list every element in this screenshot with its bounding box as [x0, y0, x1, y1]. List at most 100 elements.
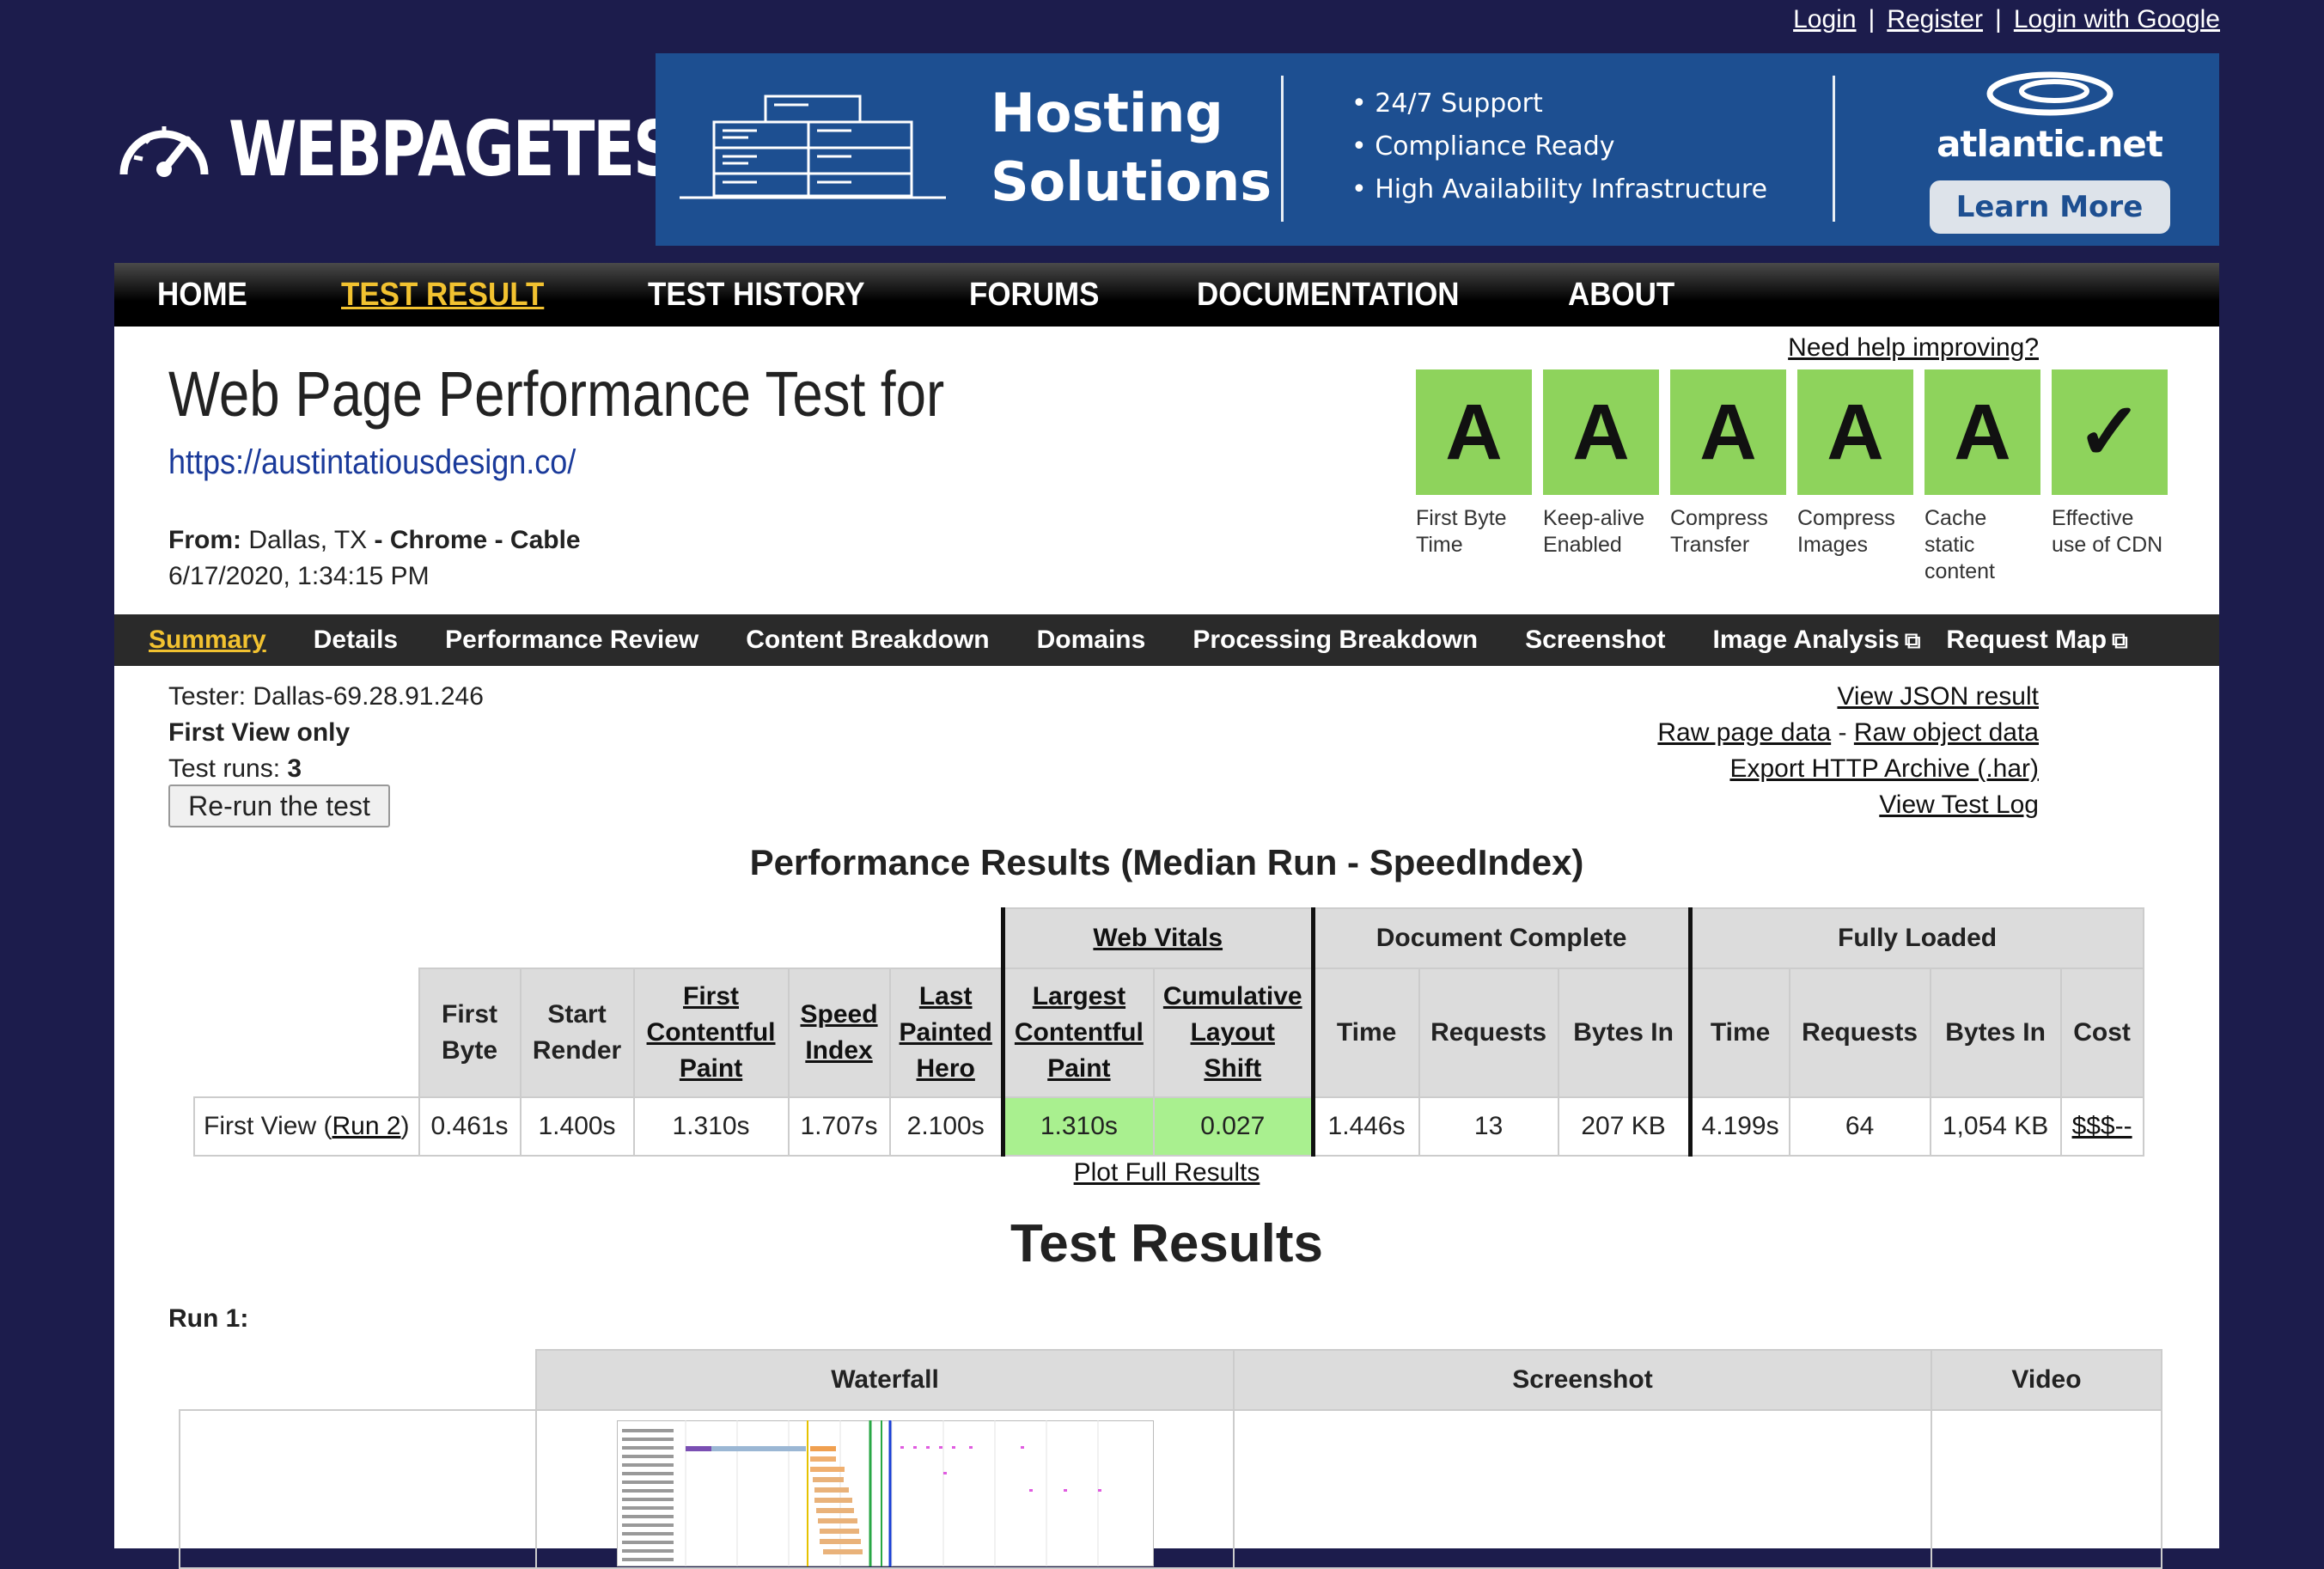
plot-full-results-link[interactable]: Plot Full Results: [1074, 1158, 1260, 1187]
grade-keep-alive[interactable]: A Keep-alive Enabled: [1543, 369, 1659, 585]
grade-compress-transfer[interactable]: A Compress Transfer: [1670, 369, 1786, 585]
waterfall-cell[interactable]: [535, 1409, 1235, 1569]
fcp-link[interactable]: First Contentful Paint: [647, 982, 776, 1083]
raw-object-data-link[interactable]: Raw object data: [1854, 718, 2039, 747]
tab-image-analysis[interactable]: Image Analysis ⧉: [1713, 626, 1921, 655]
col-doc-bytes: Bytes In: [1557, 968, 1693, 1098]
web-vitals-link[interactable]: Web Vitals: [1093, 924, 1223, 952]
ad-headline-line1: Hosting: [991, 82, 1223, 144]
cell-full-requests: 64: [1788, 1096, 1931, 1157]
rerun-test-button[interactable]: Re-run the test: [168, 784, 390, 827]
ad-bullets: • 24/7 Support • Compliance Ready • High…: [1351, 82, 1767, 211]
col-full-bytes: Bytes In: [1929, 968, 2062, 1098]
nav-test-result[interactable]: TEST RESULT: [341, 277, 544, 314]
cost-link[interactable]: $$$--: [2072, 1112, 2132, 1140]
table-row: First View (Run 2) 0.461s 1.400s 1.310s …: [193, 1096, 2144, 1157]
ad-bullet: • 24/7 Support: [1351, 89, 1543, 119]
register-link[interactable]: Register: [1887, 5, 1983, 34]
grade-letter: A: [1543, 369, 1659, 495]
screenshot-cell[interactable]: [1233, 1409, 1932, 1569]
col-cumulative-layout-shift: Cumulative Layout Shift: [1152, 968, 1315, 1098]
atlantic-logo-icon: [1986, 71, 2113, 116]
tab-summary[interactable]: Summary: [149, 626, 266, 655]
grade-first-byte[interactable]: A First Byte Time: [1416, 369, 1532, 585]
tab-performance-review[interactable]: Performance Review: [445, 626, 698, 655]
result-links: View JSON result Raw page data - Raw obj…: [1657, 679, 2039, 823]
nav-about[interactable]: ABOUT: [1568, 277, 1674, 314]
tab-screenshot[interactable]: Screenshot: [1525, 626, 1665, 655]
raw-page-data-link[interactable]: Raw page data: [1657, 718, 1831, 747]
tab-domains[interactable]: Domains: [1037, 626, 1146, 655]
video-cell[interactable]: [1931, 1409, 2162, 1569]
tested-url-link[interactable]: https://austintatiousdesign.co/: [168, 443, 576, 481]
cell-speed-index: 1.707s: [787, 1096, 891, 1157]
table-group-header-row: Web Vitals Document Complete Fully Loade…: [194, 907, 2144, 969]
test-origin: From: Dallas, TX - Chrome - Cable 6/17/2…: [168, 522, 581, 595]
grade-label: Keep-alive Enabled: [1543, 506, 1645, 557]
view-test-log-link[interactable]: View Test Log: [1879, 791, 2039, 819]
tab-request-map[interactable]: Request Map ⧉: [1946, 626, 2127, 655]
grade-panel: A First Byte Time A Keep-alive Enabled A…: [1416, 369, 2168, 585]
google-login-link[interactable]: Login with Google: [2014, 5, 2220, 34]
col-first-contentful-paint: First Contentful Paint: [632, 968, 790, 1098]
result-subnav: Summary Details Performance Review Conte…: [114, 614, 2219, 666]
login-link[interactable]: Login: [1793, 5, 1856, 34]
test-info: Tester: Dallas-69.28.91.246 First View o…: [168, 679, 484, 787]
from-separator: -: [494, 526, 503, 554]
runs-label: Test runs:: [168, 754, 281, 783]
group-fully-loaded: Fully Loaded: [1689, 907, 2144, 969]
view-json-link[interactable]: View JSON result: [1837, 682, 2039, 711]
waterfall-thumbnail[interactable]: [616, 1420, 1154, 1566]
main-content: Web Page Performance Test for https://au…: [114, 327, 2219, 1569]
col-doc-requests: Requests: [1418, 968, 1559, 1098]
nav-home[interactable]: HOME: [157, 277, 247, 314]
col-start-render: Start Render: [519, 968, 635, 1098]
performance-results-table: Web Vitals Document Complete Fully Loade…: [193, 907, 2144, 1157]
tab-content-breakdown[interactable]: Content Breakdown: [746, 626, 989, 655]
speed-index-link[interactable]: Speed Index: [801, 1000, 878, 1065]
external-link-icon: ⧉: [1904, 627, 1921, 653]
from-separator: -: [374, 526, 383, 554]
col-first-byte: First Byte: [418, 968, 522, 1098]
cell-first-byte: 0.461s: [418, 1096, 522, 1157]
tester-id: Tester: Dallas-69.28.91.246: [168, 682, 484, 711]
ad-headline: Hosting Solutions: [991, 79, 1272, 217]
grade-cdn[interactable]: ✓ Effective use of CDN: [2052, 369, 2168, 585]
runs-count: 3: [287, 754, 302, 783]
grade-cache-static[interactable]: A Cache static content: [1924, 369, 2040, 585]
group-web-vitals: Web Vitals: [1000, 907, 1315, 969]
tab-details[interactable]: Details: [314, 626, 398, 655]
cls-link[interactable]: Cumulative Layout Shift: [1163, 982, 1302, 1083]
page-title: Web Page Performance Test for: [168, 358, 945, 430]
ad-bullet: • Compliance Ready: [1351, 131, 1615, 162]
grade-label: First Byte Time: [1416, 506, 1507, 557]
cell-lcp: 1.310s: [1000, 1096, 1155, 1157]
help-improving-link[interactable]: Need help improving?: [1788, 333, 2039, 363]
tested-url: https://austintatiousdesign.co/: [168, 443, 576, 482]
checkmark-icon: ✓: [2052, 369, 2168, 495]
test-date: 6/17/2020, 1:34:15 PM: [168, 562, 430, 590]
grade-compress-images[interactable]: A Compress Images: [1797, 369, 1913, 585]
export-har-link[interactable]: Export HTTP Archive (.har): [1729, 754, 2039, 783]
ad-banner[interactable]: Hosting Solutions • 24/7 Support • Compl…: [656, 53, 2219, 246]
col-waterfall: Waterfall: [535, 1349, 1235, 1411]
nav-test-history[interactable]: TEST HISTORY: [648, 277, 865, 314]
auth-separator: |: [1868, 5, 1876, 34]
grade-letter: A: [1670, 369, 1786, 495]
learn-more-button[interactable]: Learn More: [1929, 180, 2170, 234]
lph-link[interactable]: Last Painted Hero: [900, 982, 992, 1083]
auth-separator: |: [1995, 5, 2002, 34]
nav-forums[interactable]: FORUMS: [969, 277, 1099, 314]
server-rack-icon: [680, 95, 946, 199]
lcp-link[interactable]: Largest Contentful Paint: [1015, 982, 1144, 1083]
tab-processing-breakdown[interactable]: Processing Breakdown: [1192, 626, 1478, 655]
row-label: First View (Run 2): [193, 1096, 420, 1157]
plot-full-results: Plot Full Results: [114, 1158, 2219, 1187]
performance-results-title: Performance Results (Median Run - SpeedI…: [749, 842, 1584, 882]
cell-cls: 0.027: [1152, 1096, 1315, 1157]
nav-documentation[interactable]: DOCUMENTATION: [1197, 277, 1460, 314]
table-row: [179, 1409, 2162, 1569]
grade-letter: A: [1416, 369, 1532, 495]
col-cost: Cost: [2059, 968, 2144, 1098]
run-2-link[interactable]: Run 2: [332, 1112, 400, 1140]
